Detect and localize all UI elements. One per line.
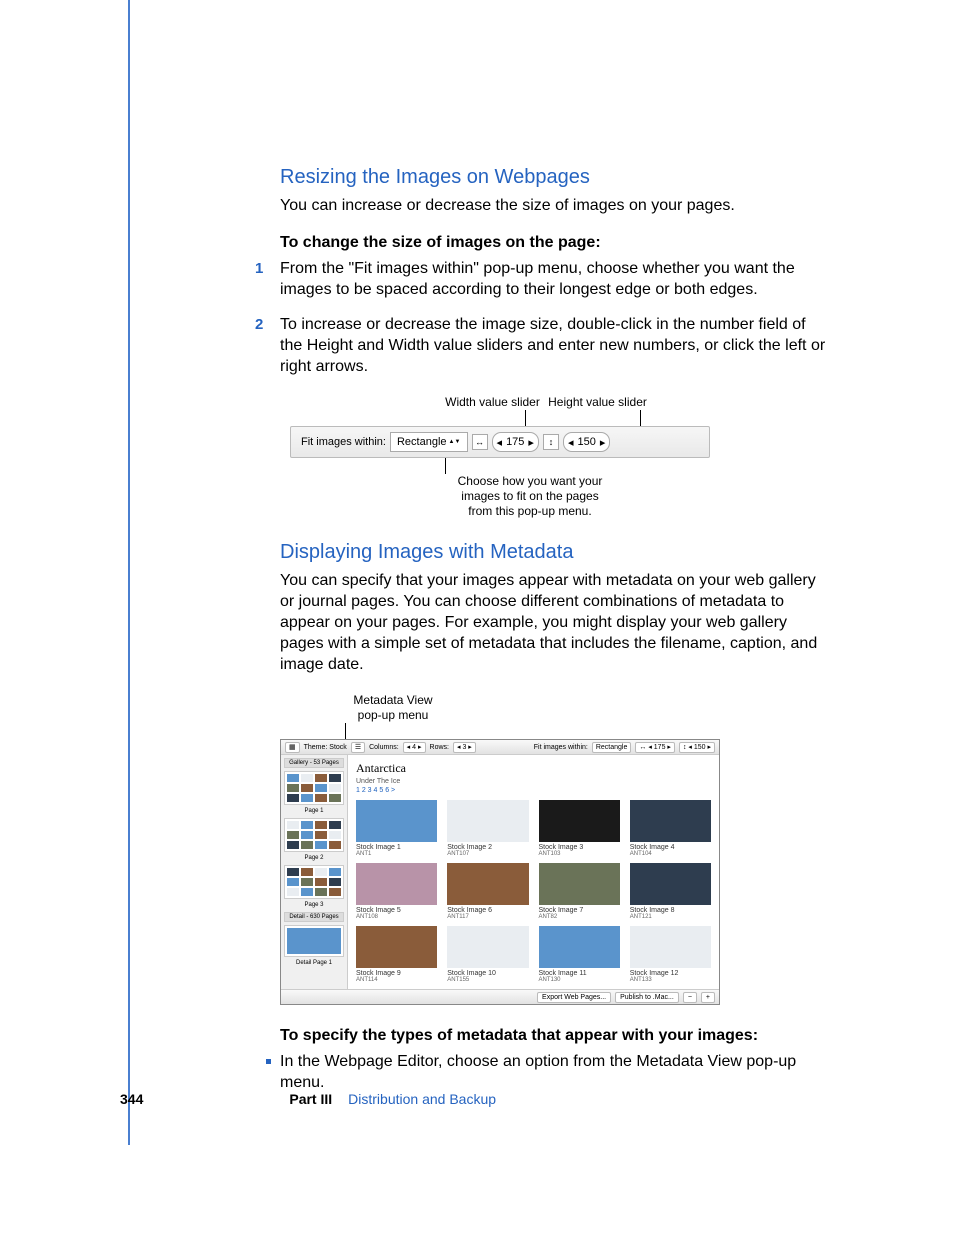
left-margin-rule: [128, 0, 130, 1145]
task-heading-1: To change the size of images on the page…: [280, 234, 829, 252]
gallery-grid: Stock Image 1ANT1 Stock Image 2ANT107 St…: [356, 800, 711, 983]
page-number: 344: [120, 1091, 143, 1107]
step-1: 1From the "Fit images within" pop-up men…: [280, 258, 829, 300]
height-icon: ↕: [543, 434, 559, 450]
gallery-title: Antarctica: [356, 761, 711, 776]
sidebar: Gallery - 53 Pages Page 1 Page 2: [281, 755, 348, 989]
fit-images-label: Fit images within:: [301, 436, 386, 448]
app-toolbar: ▦ Theme: Stock ☰ Columns: ◂ 4 ▸ Rows: ◂ …: [281, 740, 719, 755]
callout-lines-bottom: [290, 458, 710, 474]
height-stepper[interactable]: ◂ 150 ▸: [563, 432, 610, 452]
bullet-list: In the Webpage Editor, choose an option …: [280, 1051, 829, 1093]
sidebar-page2-caption: Page 2: [284, 855, 344, 861]
page: Resizing the Images on Webpages You can …: [0, 0, 954, 1235]
rows-label: Rows:: [430, 744, 449, 751]
gallery-pagination[interactable]: 1 2 3 4 5 6 >: [356, 787, 711, 794]
part-title: Distribution and Backup: [348, 1091, 496, 1107]
gallery-item[interactable]: Stock Image 6ANT117: [447, 863, 528, 920]
width-icon: ↔: [472, 434, 488, 450]
callout-metadata-popup: Metadata View pop-up menu: [343, 693, 443, 723]
width-value: 175: [506, 436, 524, 448]
sidebar-page2-thumbs[interactable]: [284, 818, 344, 852]
fit-images-toolbar: Fit images within: Rectangle ▲▼ ↔ ◂ 175 …: [290, 426, 710, 458]
gallery-item[interactable]: Stock Image 7ANT82: [539, 863, 620, 920]
gallery-item[interactable]: Stock Image 1ANT1: [356, 800, 437, 857]
width-stepper[interactable]: ◂ 175 ▸: [492, 432, 539, 452]
publish-button[interactable]: Publish to .Mac...: [615, 992, 679, 1003]
chevron-left-icon: ◂: [497, 436, 503, 449]
callout-line: [280, 723, 720, 739]
steps-list: 1From the "Fit images within" pop-up men…: [280, 258, 829, 377]
columns-label: Columns:: [369, 744, 399, 751]
webpage-editor-window: ▦ Theme: Stock ☰ Columns: ◂ 4 ▸ Rows: ◂ …: [280, 739, 720, 1005]
callout-fit-popup: Choose how you want your images to fit o…: [450, 474, 610, 519]
gallery-main: Antarctica Under The Ice 1 2 3 4 5 6 > S…: [348, 755, 719, 989]
fit-select-small[interactable]: Rectangle: [592, 742, 632, 753]
gallery-item[interactable]: Stock Image 12ANT133: [630, 926, 711, 983]
part-label: Part III: [289, 1091, 332, 1107]
page-footer: 344 Part III Distribution and Backup: [120, 1091, 829, 1107]
rows-stepper[interactable]: ◂ 3 ▸: [453, 742, 476, 753]
fit-images-select[interactable]: Rectangle ▲▼: [390, 432, 468, 452]
callout-height-slider: Height value slider: [545, 395, 650, 410]
gallery-item[interactable]: Stock Image 5ANT108: [356, 863, 437, 920]
gallery-item[interactable]: Stock Image 4ANT104: [630, 800, 711, 857]
columns-stepper[interactable]: ◂ 4 ▸: [403, 742, 426, 753]
callout-lines-top: [290, 410, 710, 426]
step-number: 2: [255, 314, 263, 335]
sidebar-page1-caption: Page 1: [284, 808, 344, 814]
task-heading-2: To specify the types of metadata that ap…: [280, 1027, 829, 1045]
section-heading-metadata: Displaying Images with Metadata: [280, 541, 829, 564]
figure-fit-images-toolbar: Width value slider Height value slider F…: [290, 395, 710, 519]
width-stepper-small[interactable]: ↔ ◂ 175 ▸: [635, 742, 675, 753]
callout-width-slider: Width value slider: [440, 395, 545, 410]
fit-images-select-value: Rectangle: [397, 436, 447, 448]
sidebar-detail-label: Detail - 630 Pages: [284, 912, 344, 922]
app-footer: Export Web Pages... Publish to .Mac... −…: [281, 989, 719, 1004]
sidebar-detail-thumb[interactable]: [284, 925, 344, 957]
gallery-item[interactable]: Stock Image 11ANT130: [539, 926, 620, 983]
height-stepper-small[interactable]: ↕ ◂ 150 ▸: [679, 742, 715, 753]
section-heading-resizing: Resizing the Images on Webpages: [280, 166, 829, 189]
select-arrows-icon: ▲▼: [449, 439, 459, 445]
export-button[interactable]: Export Web Pages...: [537, 992, 611, 1003]
section1-intro: You can increase or decrease the size of…: [280, 195, 829, 216]
fit-label-small: Fit images within:: [534, 744, 588, 751]
gallery-item[interactable]: Stock Image 3ANT103: [539, 800, 620, 857]
sidebar-gallery-label: Gallery - 53 Pages: [284, 758, 344, 768]
step-text: To increase or decrease the image size, …: [280, 316, 825, 375]
theme-label: Theme: Stock: [304, 744, 347, 751]
chevron-right-icon: ▸: [528, 436, 534, 449]
gallery-item[interactable]: Stock Image 10ANT155: [447, 926, 528, 983]
sidebar-page1-thumbs[interactable]: [284, 771, 344, 805]
step-2: 2To increase or decrease the image size,…: [280, 314, 829, 377]
sidebar-page3-thumbs[interactable]: [284, 865, 344, 899]
metadata-view-popup[interactable]: ☰: [351, 742, 365, 753]
bullet-item: In the Webpage Editor, choose an option …: [280, 1051, 829, 1093]
zoom-in-button[interactable]: +: [701, 992, 715, 1003]
gallery-subtitle: Under The Ice: [356, 778, 711, 785]
step-number: 1: [255, 258, 263, 279]
height-value: 150: [577, 436, 595, 448]
step-text: From the "Fit images within" pop-up menu…: [280, 260, 795, 298]
chevron-left-icon: ◂: [568, 436, 574, 449]
sidebar-page3-caption: Page 3: [284, 902, 344, 908]
sidebar-detail-caption: Detail Page 1: [284, 960, 344, 966]
chevron-right-icon: ▸: [600, 436, 606, 449]
theme-button[interactable]: ▦: [285, 742, 300, 753]
figure-metadata-app: Metadata View pop-up menu ▦ Theme: Stock…: [280, 693, 720, 1005]
gallery-item[interactable]: Stock Image 8ANT121: [630, 863, 711, 920]
zoom-out-button[interactable]: −: [683, 992, 697, 1003]
gallery-item[interactable]: Stock Image 9ANT114: [356, 926, 437, 983]
section2-body: You can specify that your images appear …: [280, 570, 829, 675]
gallery-item[interactable]: Stock Image 2ANT107: [447, 800, 528, 857]
